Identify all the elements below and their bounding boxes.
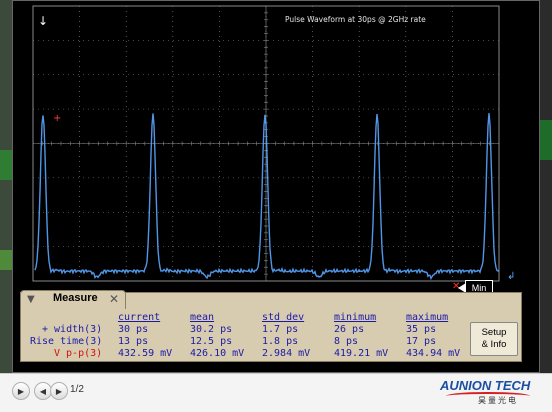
info-label: & Info bbox=[481, 339, 507, 350]
cell-mean: 426.10 mV bbox=[190, 348, 245, 359]
next-page-button[interactable]: ▶ bbox=[50, 382, 68, 400]
setup-label: Setup bbox=[481, 327, 507, 338]
cell-maximum: 434.94 mV bbox=[406, 348, 461, 359]
cell-current: 13 ps bbox=[118, 336, 149, 347]
left-border-strip bbox=[0, 0, 12, 411]
col-header-mean: mean bbox=[190, 312, 215, 323]
col-header-maximum: maximum bbox=[406, 312, 449, 323]
row-label-vpp: V p-p(3) bbox=[54, 348, 103, 359]
row-label-width: + width(3) bbox=[42, 324, 103, 335]
logo-cn-text: 昊量光电 bbox=[478, 396, 518, 405]
measure-tab-label: Measure bbox=[53, 292, 98, 304]
trigger-arrow-icon: ↓ bbox=[38, 14, 49, 28]
window-frame: ↓ Pulse Waveform at 30ps @ 2GHz rate + ✕… bbox=[0, 0, 552, 412]
col-header-std-dev: std dev bbox=[262, 312, 305, 323]
company-logo: AUNION TECH 昊量光电 bbox=[440, 376, 550, 410]
play-button[interactable]: ▶ bbox=[12, 382, 30, 400]
measure-tab[interactable]: ▼ Measure ✕ bbox=[20, 290, 126, 309]
setup-info-button[interactable]: Setup & Info bbox=[470, 322, 518, 356]
cell-current: 432.59 mV bbox=[118, 348, 173, 359]
col-header-current: current bbox=[118, 312, 161, 323]
row-label-rise-time: Rise time(3) bbox=[30, 336, 103, 347]
cell-std-dev: 1.8 ps bbox=[262, 336, 299, 347]
cell-minimum: 419.21 mV bbox=[334, 348, 389, 359]
cell-std-dev: 2.984 mV bbox=[262, 348, 311, 359]
cell-std-dev: 1.7 ps bbox=[262, 324, 299, 335]
close-icon[interactable]: ✕ bbox=[109, 292, 119, 306]
col-header-minimum: minimum bbox=[334, 312, 377, 323]
cell-mean: 30.2 ps bbox=[190, 324, 233, 335]
collapse-chevron-icon[interactable]: ▼ bbox=[27, 294, 35, 305]
logo-text: AUNION TECH bbox=[440, 378, 531, 393]
cell-current: 30 ps bbox=[118, 324, 149, 335]
channel-ground-marker-icon: ↲ bbox=[507, 271, 516, 282]
cell-mean: 12.5 ps bbox=[190, 336, 233, 347]
cell-minimum: 8 ps bbox=[334, 336, 359, 347]
cell-maximum: 17 ps bbox=[406, 336, 437, 347]
cell-minimum: 26 ps bbox=[334, 324, 365, 335]
plot-title: Pulse Waveform at 30ps @ 2GHz rate bbox=[285, 15, 426, 24]
cell-maximum: 35 ps bbox=[406, 324, 437, 335]
right-border-strip bbox=[540, 0, 552, 411]
trigger-level-marker: + bbox=[53, 113, 62, 124]
page-indicator: 1/2 bbox=[70, 384, 84, 395]
viewer-toolbar: ▶ ◀ ▶ 1/2 AUNION TECH 昊量光电 bbox=[0, 373, 552, 412]
